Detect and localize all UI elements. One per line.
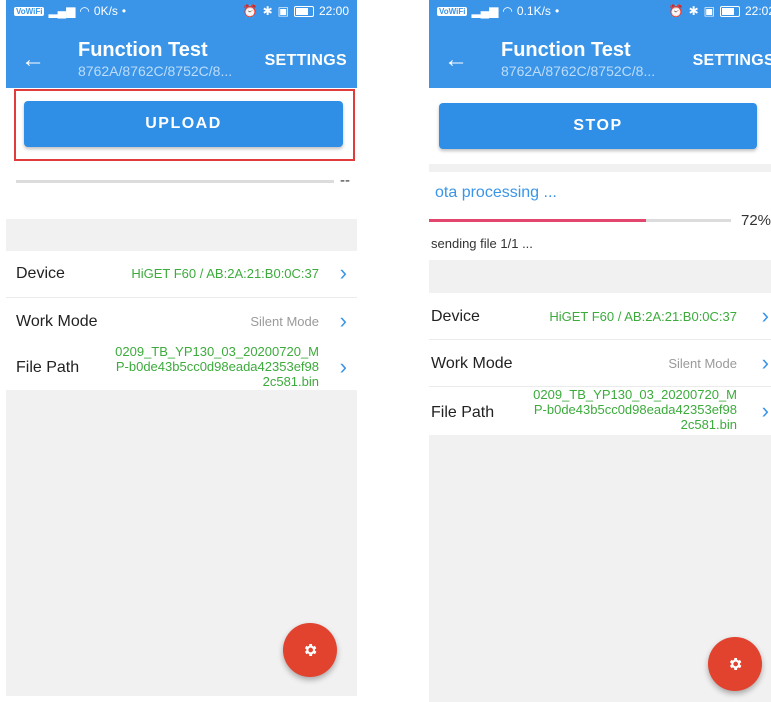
settings-button[interactable]: SETTINGS — [693, 52, 771, 70]
file-path-label: File Path — [431, 404, 495, 421]
file-path-row[interactable]: File Path 0209_TB_YP130_03_20200720_M P-… — [429, 387, 771, 435]
page-title: Function Test — [501, 39, 631, 61]
nfc-icon: ▣ — [277, 4, 289, 18]
bluetooth-icon: ✱ — [688, 4, 699, 18]
sending-file-text: sending file 1/1 ... — [431, 236, 533, 251]
work-mode-label: Work Mode — [431, 355, 513, 372]
progress-text: -- — [340, 172, 350, 189]
progress-bar — [16, 180, 334, 183]
gear-icon — [304, 644, 317, 656]
ota-progress-bar — [429, 219, 731, 222]
file-path-line: P-b0de43b5cc0d98eada42353ef98 — [115, 359, 319, 374]
app-bar: VoWiFi ▂▄▆ ◠ 0.1K/s • ⏰ ✱ ▣ 22:02 ← Func… — [429, 0, 771, 88]
work-mode-value: Silent Mode — [250, 314, 319, 329]
volte-badge: VoWiFi — [437, 6, 468, 16]
work-mode-row[interactable]: Work Mode Silent Mode › — [429, 340, 771, 387]
back-arrow-icon[interactable]: ← — [20, 48, 46, 74]
device-value: HiGET F60 / AB:2A:21:B0:0C:37 — [131, 266, 319, 281]
file-path-line: 0209_TB_YP130_03_20200720_M — [533, 387, 737, 402]
file-path-value: 0209_TB_YP130_03_20200720_M P-b0de43b5cc… — [115, 344, 319, 389]
device-row[interactable]: Device HiGET F60 / AB:2A:21:B0:0C:37 › — [6, 251, 357, 298]
file-path-line: P-b0de43b5cc0d98eada42353ef98 — [533, 402, 737, 417]
clock: 22:02 — [744, 4, 771, 18]
bluetooth-icon: ✱ — [262, 4, 273, 18]
file-path-line: 0209_TB_YP130_03_20200720_M — [115, 344, 319, 359]
battery-icon — [293, 5, 314, 17]
page-subtitle: 8762A/8762C/8752C/8... — [78, 63, 233, 79]
file-path-row[interactable]: File Path 0209_TB_YP130_03_20200720_M P-… — [6, 344, 357, 390]
gear-icon — [729, 658, 742, 670]
chevron-right-icon: › — [339, 354, 347, 379]
phone-screen-right: VoWiFi ▂▄▆ ◠ 0.1K/s • ⏰ ✱ ▣ 22:02 ← Func… — [429, 0, 771, 702]
chevron-right-icon: › — [761, 350, 769, 375]
network-speed: 0K/s — [93, 4, 118, 18]
volte-badge: VoWiFi — [14, 6, 45, 16]
alarm-icon: ⏰ — [242, 4, 258, 18]
file-path-label: File Path — [16, 359, 80, 376]
alarm-icon: ⏰ — [668, 4, 684, 18]
file-path-value: 0209_TB_YP130_03_20200720_M P-b0de43b5cc… — [533, 387, 737, 432]
section-divider — [429, 164, 771, 172]
phone-screen-left: VoWiFi ▂▄▆ ◠ 0K/s • ⏰ ✱ ▣ 22:00 ← Functi… — [6, 0, 357, 696]
ota-progress-fill — [429, 219, 647, 222]
chevron-right-icon: › — [761, 398, 769, 423]
wifi-icon: ◠ — [79, 4, 90, 18]
upload-button[interactable]: UPLOAD — [24, 101, 343, 147]
work-mode-label: Work Mode — [16, 313, 98, 330]
nfc-icon: ▣ — [703, 4, 715, 18]
chevron-right-icon: › — [339, 260, 347, 285]
device-row[interactable]: Device HiGET F60 / AB:2A:21:B0:0C:37 › — [429, 293, 771, 340]
device-label: Device — [431, 308, 480, 325]
progress-percent: 72% — [741, 212, 771, 229]
status-bar: VoWiFi ▂▄▆ ◠ 0.1K/s • ⏰ ✱ ▣ 22:02 — [429, 0, 771, 22]
status-bar: VoWiFi ▂▄▆ ◠ 0K/s • ⏰ ✱ ▣ 22:00 — [6, 0, 357, 22]
file-path-line: 2c581.bin — [262, 374, 319, 389]
wifi-icon: ◠ — [502, 4, 513, 18]
signal-icon: ▂▄▆ — [471, 4, 499, 18]
section-divider — [429, 260, 771, 293]
device-value: HiGET F60 / AB:2A:21:B0:0C:37 — [549, 309, 737, 324]
battery-icon — [719, 5, 740, 17]
app-bar: VoWiFi ▂▄▆ ◠ 0K/s • ⏰ ✱ ▣ 22:00 ← Functi… — [6, 0, 357, 88]
back-arrow-icon[interactable]: ← — [443, 48, 469, 74]
settings-fab[interactable] — [708, 637, 762, 691]
device-label: Device — [16, 265, 65, 282]
section-divider — [6, 219, 357, 251]
network-speed: 0.1K/s — [516, 4, 551, 18]
chevron-right-icon: › — [761, 303, 769, 328]
chevron-right-icon: › — [339, 308, 347, 333]
page-subtitle: 8762A/8762C/8752C/8... — [501, 63, 656, 79]
clock: 22:00 — [318, 4, 349, 18]
settings-fab[interactable] — [283, 623, 337, 677]
dot-icon: • — [121, 4, 127, 18]
signal-icon: ▂▄▆ — [48, 4, 76, 18]
work-mode-value: Silent Mode — [668, 356, 737, 371]
stop-button[interactable]: STOP — [439, 103, 757, 149]
work-mode-row[interactable]: Work Mode Silent Mode › — [6, 298, 357, 345]
ota-status-text: ota processing ... — [435, 184, 557, 201]
settings-button[interactable]: SETTINGS — [265, 52, 347, 70]
dot-icon: • — [554, 4, 560, 18]
page-title: Function Test — [78, 39, 208, 61]
file-path-line: 2c581.bin — [680, 417, 737, 432]
